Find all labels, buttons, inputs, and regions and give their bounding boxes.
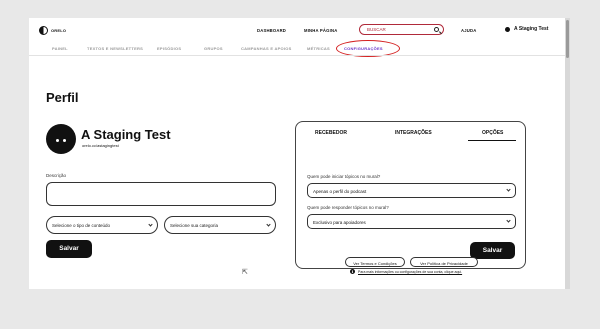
orelo-logo-icon xyxy=(39,26,48,35)
topics-select[interactable]: Apenas o perfil do podcast xyxy=(307,183,516,198)
profile-name: A Staging Test xyxy=(81,127,171,142)
content-type-select[interactable]: Selecione o tipo de conteúdo xyxy=(46,216,158,234)
active-tab-underline xyxy=(468,140,516,141)
mouse-cursor-icon: ⇱ xyxy=(242,269,248,276)
nav-help[interactable]: AJUDA xyxy=(461,28,476,33)
page: ORELO DASHBOARD MINHA PÁGINA BUSCAR AJUD… xyxy=(29,18,566,289)
topics-question: Quem pode iniciar tópicos no mural? xyxy=(307,174,381,179)
replies-question: Quem pode responder tópicos no mural? xyxy=(307,205,389,210)
avatar-eye-icon xyxy=(63,139,66,142)
tab-recebedor[interactable]: RECEBEDOR xyxy=(315,130,347,136)
replies-value: Exclusivo para apoiadores xyxy=(313,220,366,225)
replies-select[interactable]: Exclusivo para apoiadores xyxy=(307,214,516,229)
category-value: Selecione sua categoria xyxy=(170,223,219,228)
logo[interactable]: ORELO xyxy=(39,26,66,35)
scrollbar[interactable] xyxy=(565,18,570,289)
search-placeholder: BUSCAR xyxy=(367,27,386,32)
category-select[interactable]: Selecione sua categoria xyxy=(164,216,276,234)
nav-dashboard[interactable]: DASHBOARD xyxy=(257,28,286,33)
tab-textos[interactable]: TEXTOS E NEWSLETTERS xyxy=(87,46,143,51)
chevron-down-icon xyxy=(506,187,511,192)
topics-value: Apenas o perfil do podcast xyxy=(313,189,367,194)
description-label: Descrição xyxy=(46,173,67,178)
info-link[interactable]: Para mais informações ou configurações d… xyxy=(358,270,462,274)
subnav-divider xyxy=(29,55,566,56)
privacy-button[interactable]: Ver Política de Privacidade xyxy=(410,257,478,267)
avatar-icon xyxy=(505,26,510,32)
logo-text: ORELO xyxy=(51,28,67,33)
options-save-button[interactable]: Salvar xyxy=(470,242,515,259)
user-menu[interactable]: A Staging Test xyxy=(505,26,548,32)
tab-grupos[interactable]: GRUPOS xyxy=(204,46,223,51)
search-icon[interactable] xyxy=(434,26,439,32)
scrollbar-thumb[interactable] xyxy=(566,20,569,58)
chevron-down-icon xyxy=(148,222,153,227)
tab-opcoes[interactable]: OPÇÕES xyxy=(482,130,503,136)
avatar-eye-icon xyxy=(56,139,59,142)
profile-save-button[interactable]: Salvar xyxy=(46,240,92,258)
info-icon: i xyxy=(350,269,355,274)
content-type-value: Selecione o tipo de conteúdo xyxy=(52,223,111,228)
options-panel: RECEBEDOR INTEGRAÇÕES OPÇÕES Quem pode i… xyxy=(295,121,526,269)
page-title: Perfil xyxy=(46,90,79,105)
profile-avatar[interactable] xyxy=(46,124,76,154)
profile-url[interactable]: orelo.cc/astagingtest xyxy=(82,143,119,148)
terms-button[interactable]: Ver Termos e Condições xyxy=(345,257,405,267)
tab-metricas[interactable]: MÉTRICAS xyxy=(307,46,330,51)
nav-my-page[interactable]: MINHA PÁGINA xyxy=(304,28,337,33)
info-line: i Para mais informações ou configurações… xyxy=(350,269,462,274)
tab-integracoes[interactable]: INTEGRAÇÕES xyxy=(395,130,432,136)
chevron-down-icon xyxy=(506,218,511,223)
tab-episodios[interactable]: EPISÓDIOS xyxy=(157,46,181,51)
search-input[interactable]: BUSCAR xyxy=(359,24,444,35)
chevron-down-icon xyxy=(266,222,271,227)
tab-painel[interactable]: PAINEL xyxy=(52,46,68,51)
tab-campanhas[interactable]: CAMPANHAS E APOIOS xyxy=(241,46,292,51)
user-name: A Staging Test xyxy=(514,26,549,32)
description-field[interactable] xyxy=(46,182,276,206)
